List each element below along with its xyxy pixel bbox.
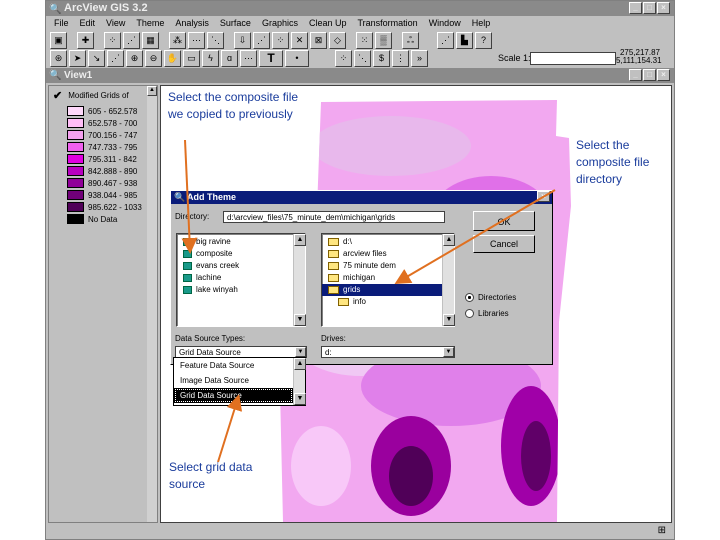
arrow-to-composite — [181, 139, 198, 254]
annotation-arrows — [181, 139, 556, 463]
arrow-to-grid-source — [217, 394, 243, 463]
arrow-to-grids-folder — [394, 189, 556, 285]
